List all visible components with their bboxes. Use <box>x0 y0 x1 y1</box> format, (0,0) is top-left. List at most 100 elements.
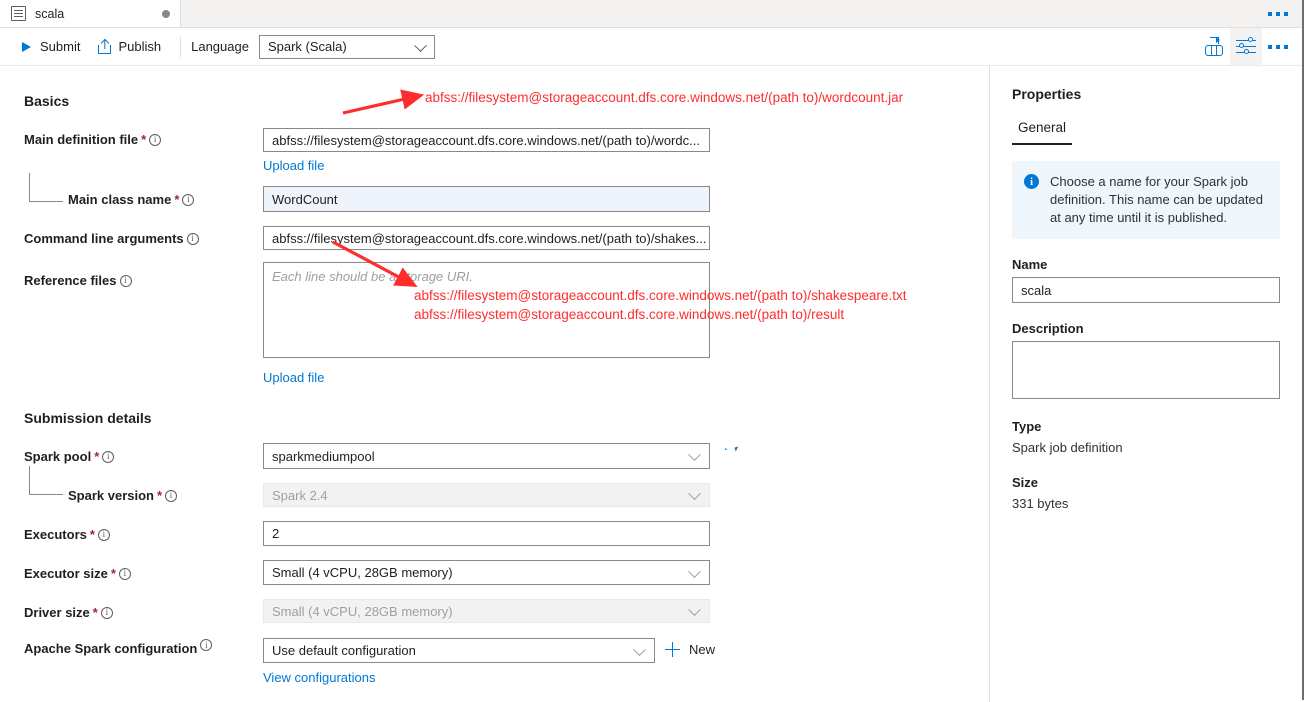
main-class-name-input[interactable]: WordCount <box>263 186 710 212</box>
name-field-value: scala <box>1021 282 1052 298</box>
upload-publish-icon <box>98 38 112 54</box>
driver-size-dropdown: Small (4 vCPU, 28GB memory) <box>263 599 710 623</box>
reference-files-label: Reference files i <box>24 273 132 288</box>
info-icon[interactable]: i <box>97 528 110 541</box>
tab-strip: scala <box>0 0 1302 28</box>
main-definition-file-label: Main definition file * i <box>24 132 162 147</box>
reference-files-placeholder: Each line should be a storage URI. <box>272 269 473 284</box>
chevron-down-icon <box>414 38 427 52</box>
command-bar-right-icons <box>1198 28 1294 65</box>
submission-details-section-title: Submission details <box>24 410 152 426</box>
info-icon[interactable]: i <box>102 450 115 463</box>
spark-pool-label: Spark pool * i <box>24 449 115 464</box>
properties-title: Properties <box>1012 86 1082 102</box>
name-field-label: Name <box>1012 257 1048 272</box>
driver-size-label: Driver size * i <box>24 605 113 620</box>
basics-section-title: Basics <box>24 93 70 109</box>
toolbar-divider <box>180 36 182 57</box>
main-class-name-label: Main class name * i <box>68 192 195 207</box>
view-configurations-link[interactable]: View configurations <box>263 670 376 685</box>
spark-job-definition-window: scala Submit Publish Language Spark (Sca… <box>0 0 1304 702</box>
spark-pool-value: sparkmediumpool <box>272 448 375 464</box>
executors-input[interactable]: 2 <box>263 521 710 546</box>
spark-version-label: Spark version * i <box>68 488 178 503</box>
properties-panel: Properties General i Choose a name for y… <box>989 66 1302 702</box>
info-icon[interactable]: i <box>165 489 178 502</box>
submit-label: Submit <box>40 39 81 54</box>
annotation-reference-uri-1: abfss://filesystem@storageaccount.dfs.co… <box>414 288 907 303</box>
spark-version-dropdown: Spark 2.4 <box>263 483 710 507</box>
upload-file-link-reference[interactable]: Upload file <box>263 370 324 385</box>
submit-button[interactable]: Submit <box>10 35 89 58</box>
settings-sliders-icon <box>1236 37 1256 56</box>
unsaved-indicator-dot <box>162 9 170 18</box>
annotation-main-file-uri: abfss://filesystem@storageaccount.dfs.co… <box>425 90 904 105</box>
size-value: 331 bytes <box>1012 496 1069 511</box>
document-lines-icon <box>11 6 26 21</box>
more-options-icon <box>1268 44 1288 49</box>
language-label: Language <box>191 39 249 54</box>
type-label: Type <box>1012 419 1042 434</box>
name-field[interactable]: scala <box>1012 277 1280 303</box>
tab-general[interactable]: General <box>1012 120 1073 145</box>
chevron-down-icon <box>633 642 646 656</box>
new-configuration-button[interactable]: New <box>665 642 715 657</box>
new-label: New <box>689 642 716 657</box>
driver-size-value: Small (4 vCPU, 28GB memory) <box>272 603 453 619</box>
spark-version-value: Spark 2.4 <box>272 487 328 503</box>
apache-spark-configuration-dropdown[interactable]: Use default configuration <box>263 638 655 663</box>
spark-pool-dropdown[interactable]: sparkmediumpool <box>263 443 710 469</box>
spark-pool-button[interactable] <box>1198 28 1230 65</box>
properties-toggle-button[interactable] <box>1230 28 1262 65</box>
info-icon[interactable]: i <box>118 567 131 580</box>
spark-pool-icon <box>1204 36 1224 57</box>
executor-size-value: Small (4 vCPU, 28GB memory) <box>272 565 453 580</box>
chevron-down-icon <box>688 603 701 617</box>
tree-connector <box>29 173 63 202</box>
description-field-label: Description <box>1012 321 1084 336</box>
info-icon[interactable]: i <box>186 232 199 245</box>
publish-label: Publish <box>118 39 162 54</box>
info-icon[interactable]: i <box>100 606 113 619</box>
info-icon[interactable]: i <box>200 639 213 651</box>
play-triangle-icon <box>19 41 33 52</box>
tree-connector <box>29 466 63 495</box>
info-circle-icon: i <box>1024 174 1039 189</box>
tab-more-options-button[interactable] <box>1268 0 1288 27</box>
size-label: Size <box>1012 475 1039 490</box>
command-line-arguments-value: abfss://filesystem@storageaccount.dfs.co… <box>272 230 707 246</box>
executors-value: 2 <box>272 526 280 541</box>
main-class-name-value: WordCount <box>272 191 338 207</box>
job-definition-form: Basics Main definition file * i abfss://f… <box>0 66 989 702</box>
publish-button[interactable]: Publish <box>89 35 170 58</box>
executor-size-label: Executor size * i <box>24 566 131 581</box>
language-dropdown[interactable]: Spark (Scala) <box>258 34 435 59</box>
upload-file-link-main[interactable]: Upload file <box>263 158 324 173</box>
executor-size-dropdown[interactable]: Small (4 vCPU, 28GB memory) <box>263 560 710 585</box>
tab-label: scala <box>35 6 65 21</box>
tab-strip-empty-area <box>181 0 1302 27</box>
main-definition-file-value: abfss://filesystem@storageaccount.dfs.co… <box>272 132 700 148</box>
type-value: Spark job definition <box>1012 440 1123 455</box>
annotation-reference-uri-2: abfss://filesystem@storageaccount.dfs.co… <box>414 307 845 322</box>
info-icon[interactable]: i <box>182 193 195 206</box>
command-bar: Submit Publish Language Spark (Scala) <box>0 28 1302 66</box>
tab-scala[interactable]: scala <box>0 0 181 27</box>
apache-spark-configuration-label: Apache Spark configuration i <box>24 639 213 658</box>
chevron-down-icon <box>688 448 701 462</box>
info-icon[interactable]: i <box>119 274 132 287</box>
chevron-down-icon <box>688 564 701 578</box>
more-options-button[interactable] <box>1262 28 1294 65</box>
info-icon[interactable]: i <box>149 133 162 146</box>
main-definition-file-input[interactable]: abfss://filesystem@storageaccount.dfs.co… <box>263 128 710 152</box>
content-area: Basics Main definition file * i abfss://f… <box>0 66 1302 702</box>
description-field[interactable] <box>1012 341 1280 399</box>
plus-icon <box>665 642 680 657</box>
properties-info-box: i Choose a name for your Spark job defin… <box>1012 161 1280 239</box>
language-value: Spark (Scala) <box>267 39 347 54</box>
properties-tab-list: General <box>1012 120 1280 145</box>
chevron-down-icon <box>688 487 701 501</box>
apache-spark-configuration-value: Use default configuration <box>272 643 416 658</box>
properties-info-text: Choose a name for your Spark job definit… <box>1050 174 1263 225</box>
command-line-arguments-input[interactable]: abfss://filesystem@storageaccount.dfs.co… <box>263 226 710 250</box>
